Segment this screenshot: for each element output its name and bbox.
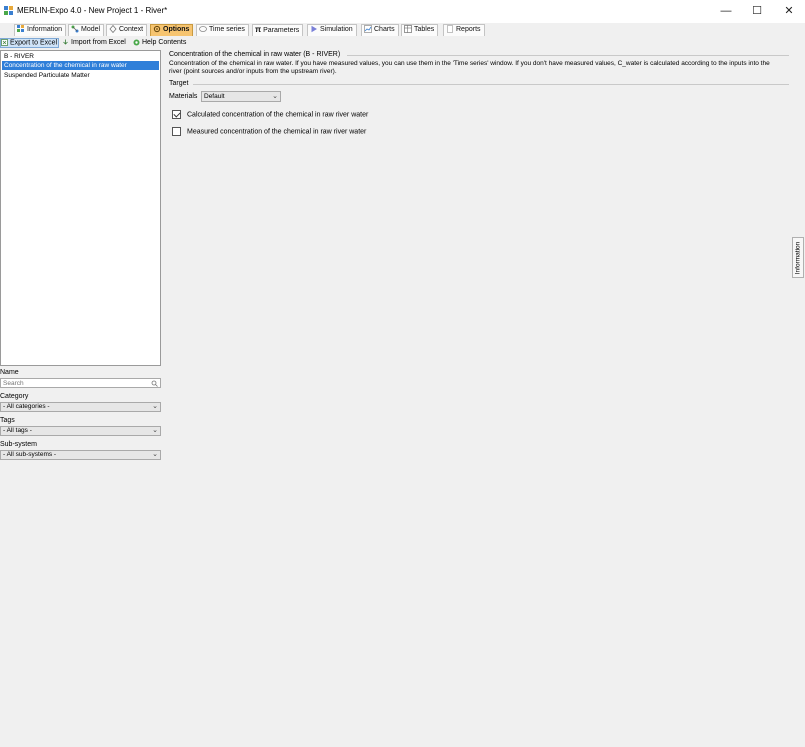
parameter-tree[interactable]: B - RIVER Concentration of the chemical … (0, 50, 161, 366)
import-from-excel-button[interactable]: Import from Excel (62, 38, 126, 48)
measured-concentration-checkbox[interactable] (172, 127, 181, 136)
materials-select[interactable]: Default ⌄ (201, 91, 281, 102)
play-icon (311, 25, 317, 33)
options-icon (153, 26, 161, 33)
toolbar: Export to Excel Import from Excel Help C… (0, 37, 805, 49)
tab-context[interactable]: Context (106, 24, 148, 36)
tab-reports[interactable]: Reports (443, 24, 485, 36)
tab-parameters[interactable]: π Parameters (252, 24, 304, 36)
section-description: Concentration of the chemical in raw wat… (169, 60, 770, 75)
tab-model[interactable]: Model (68, 24, 105, 36)
subsystem-select[interactable]: - All sub-systems - ⌄ (0, 450, 161, 460)
export-icon (1, 39, 8, 46)
chevron-down-icon: ⌄ (152, 403, 158, 410)
search-input[interactable] (3, 379, 143, 387)
name-label: Name (0, 369, 19, 376)
window-title: MERLIN-Expo 4.0 - New Project 1 - River* (17, 6, 168, 15)
target-label: Target (169, 80, 189, 87)
measured-concentration-option[interactable]: Measured concentration of the chemical i… (172, 127, 366, 137)
tab-charts[interactable]: Charts (361, 24, 399, 36)
pi-icon: π (255, 25, 262, 34)
chevron-down-icon: ⌄ (272, 93, 278, 100)
tree-root[interactable]: B - RIVER (2, 52, 34, 61)
tree-item-concentration[interactable]: Concentration of the chemical in raw wat… (2, 61, 159, 70)
help-contents-button[interactable]: Help Contents (133, 38, 186, 48)
tab-options[interactable]: Options (150, 24, 194, 36)
help-icon (133, 39, 140, 46)
import-icon (63, 39, 68, 45)
tab-time-series[interactable]: Time series (196, 24, 249, 36)
materials-label: Materials (169, 93, 198, 100)
information-side-tab[interactable]: Information (792, 237, 804, 278)
tags-select[interactable]: - All tags - ⌄ (0, 426, 161, 436)
tab-tables[interactable]: Tables (401, 24, 439, 36)
time-series-icon (199, 26, 207, 33)
section-title: Concentration of the chemical in raw wat… (169, 51, 341, 58)
search-icon (151, 380, 158, 387)
context-icon (109, 25, 117, 34)
calculated-concentration-checkbox[interactable] (172, 110, 181, 119)
tree-item-suspended-particulate-matter[interactable]: Suspended Particulate Matter (2, 71, 90, 80)
category-label: Category (0, 393, 29, 400)
export-to-excel-button[interactable]: Export to Excel (0, 38, 59, 48)
table-icon (404, 25, 412, 33)
information-icon (17, 25, 24, 33)
minimize-button[interactable]: — (715, 3, 737, 19)
model-icon (71, 25, 79, 33)
search-field[interactable] (0, 378, 161, 388)
maximize-button[interactable]: ☐ (746, 3, 768, 19)
title-bar: MERLIN-Expo 4.0 - New Project 1 - River*… (0, 0, 805, 23)
subsystem-label: Sub-system (0, 441, 37, 448)
chevron-down-icon: ⌄ (152, 427, 158, 434)
chevron-down-icon: ⌄ (152, 451, 158, 458)
section-divider (347, 55, 789, 56)
main-tab-bar: Information Model Context Options Time s… (0, 23, 805, 37)
report-icon (447, 25, 453, 33)
tab-simulation[interactable]: Simulation (307, 24, 357, 36)
close-button[interactable]: ✕ (778, 3, 800, 19)
tags-label: Tags (0, 417, 15, 424)
target-divider (193, 84, 789, 85)
app-logo-icon (4, 6, 13, 15)
category-select[interactable]: - All categories - ⌄ (0, 402, 161, 412)
calculated-concentration-option[interactable]: Calculated concentration of the chemical… (172, 110, 368, 120)
tab-information[interactable]: Information (14, 24, 67, 36)
chart-icon (364, 25, 372, 33)
